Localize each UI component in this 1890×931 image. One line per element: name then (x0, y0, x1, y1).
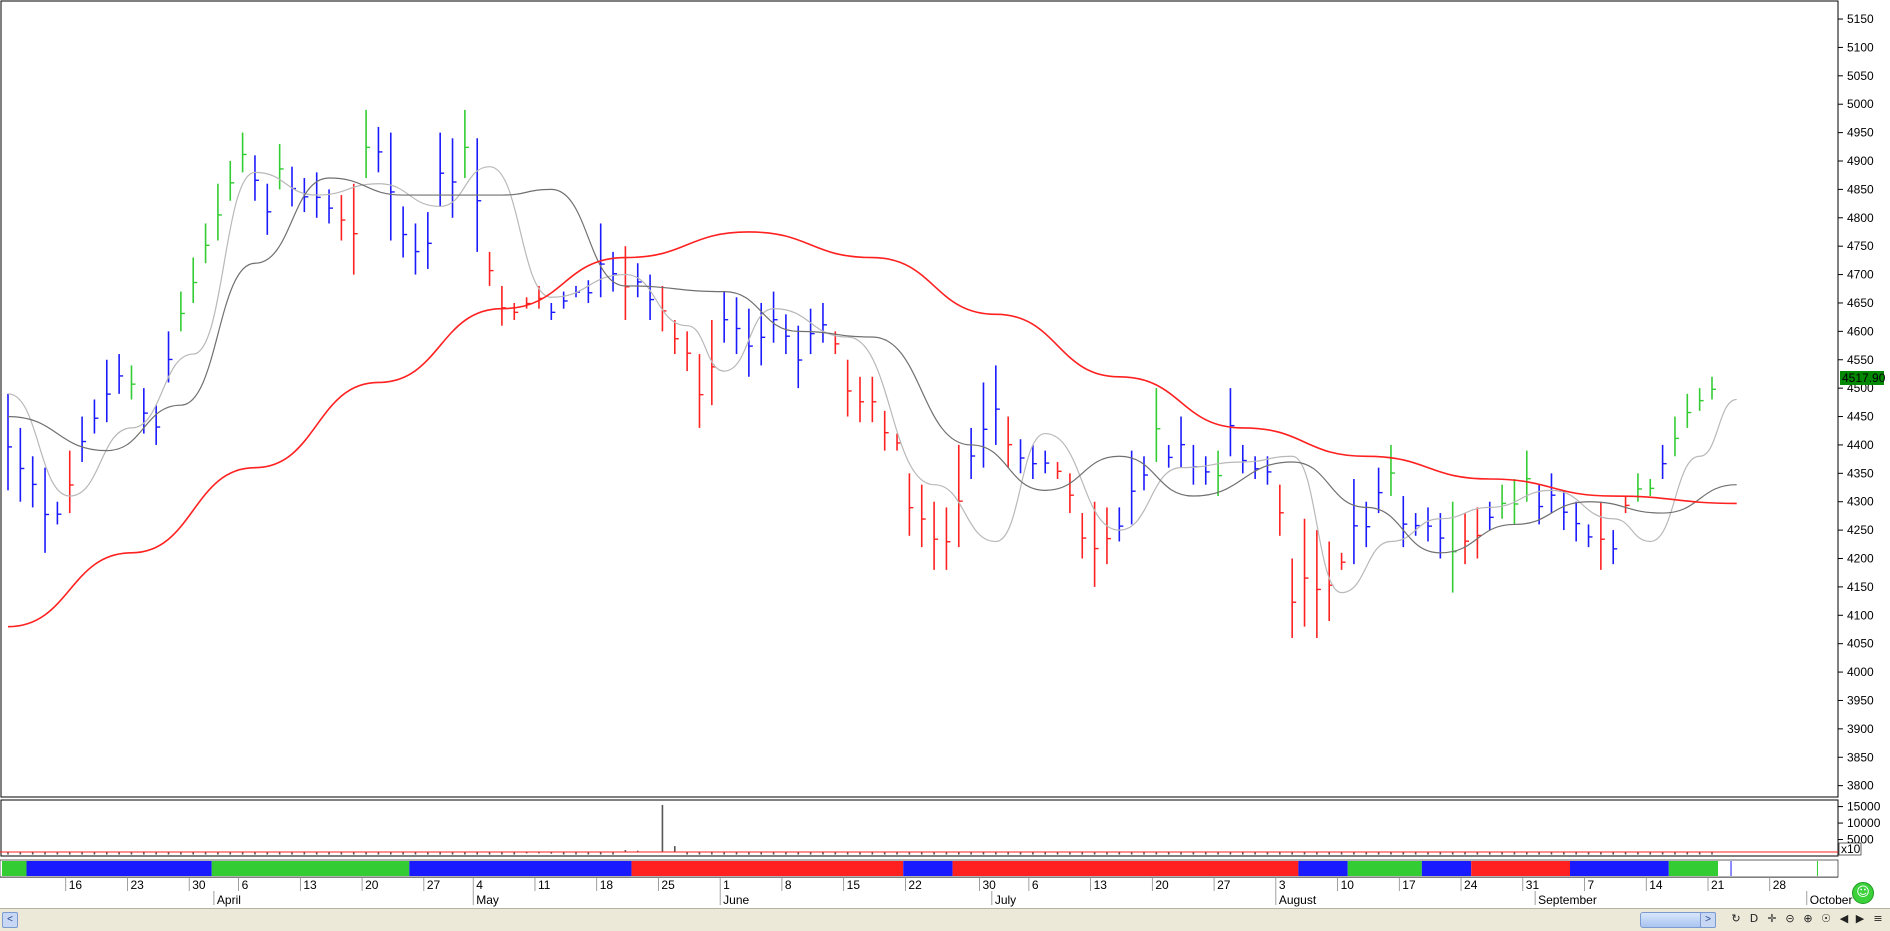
date-tick-label: 27 (427, 878, 441, 892)
price-tick-label: 4100 (1847, 608, 1874, 622)
prev-icon[interactable]: ◀ (1836, 911, 1852, 927)
bottom-toolbar: < > ↻ D ✛ ⊝ ⊕ ☉ ◀ ▶ ≡ (0, 908, 1890, 931)
zoom-out-icon[interactable]: ⊝ (1782, 911, 1798, 927)
date-tick-label: 22 (908, 878, 922, 892)
price-tick-label: 4400 (1847, 438, 1874, 452)
date-tick-label: 24 (1464, 878, 1478, 892)
date-tick-label: 30 (192, 878, 206, 892)
date-tick-label: 10 (1341, 878, 1355, 892)
chart-window: 3800 3850 3900 3950 4000 4050 4100 4150 4200 4250… (0, 0, 1890, 931)
date-tick-label: 30 (982, 878, 996, 892)
refresh-icon[interactable]: ↻ (1728, 911, 1744, 927)
price-tick-label: 4550 (1847, 353, 1874, 367)
price-tick-label: 5150 (1847, 12, 1874, 26)
price-tick-label: 3900 (1847, 722, 1874, 736)
regime-segment (2, 861, 27, 876)
regime-segment (1730, 861, 1732, 876)
date-tick-label: 17 (1402, 878, 1416, 892)
price-tick-label: 4800 (1847, 211, 1874, 225)
regime-segment (1421, 861, 1472, 876)
regime-segment (1298, 861, 1348, 876)
regime-segment (952, 861, 1299, 876)
month-label: July (995, 893, 1016, 907)
settings-icon[interactable]: ☉ (1818, 911, 1834, 927)
date-tick-label: 16 (69, 878, 83, 892)
month-label: April (217, 893, 241, 907)
stock-chart[interactable]: 3800 3850 3900 3950 4000 4050 4100 4150 4200 4250… (0, 0, 1890, 908)
price-tick-label: 4900 (1847, 154, 1874, 168)
price-tick-label: 4200 (1847, 552, 1874, 566)
regime-segment (409, 861, 632, 876)
regime-segment (631, 861, 904, 876)
regime-segment (211, 861, 410, 876)
smiley-icon[interactable]: ☺ (1852, 882, 1874, 904)
price-tick-label: 3950 (1847, 693, 1874, 707)
date-tick-label: 25 (661, 878, 675, 892)
regime-segment (1816, 861, 1818, 876)
regime-segment (26, 861, 212, 876)
month-label: October (1810, 893, 1853, 907)
month-label: August (1279, 893, 1317, 907)
month-label: May (476, 893, 499, 907)
regime-segment (903, 861, 953, 876)
zoom-in-icon[interactable]: ⊕ (1800, 911, 1816, 927)
price-tick-label: 4150 (1847, 580, 1874, 594)
price-tick-label: 4250 (1847, 523, 1874, 537)
date-tick-label: 20 (1155, 878, 1169, 892)
price-tick-label: 3850 (1847, 750, 1874, 764)
month-label: June (723, 893, 749, 907)
price-tick-label: 5000 (1847, 97, 1874, 111)
volume-tick-label: 15000 (1847, 800, 1881, 814)
price-tick-label: 4750 (1847, 239, 1874, 253)
date-tick-label: 23 (130, 878, 144, 892)
date-tick-label: 6 (242, 878, 249, 892)
date-tick-label: 28 (1773, 878, 1787, 892)
price-tick-label: 5050 (1847, 69, 1874, 83)
price-tick-label: 4450 (1847, 410, 1874, 424)
date-tick-label: 20 (365, 878, 379, 892)
price-tick-label: 4950 (1847, 126, 1874, 140)
price-tick-label: 4650 (1847, 296, 1874, 310)
date-tick-label: 13 (1094, 878, 1108, 892)
last-price-label: 4517.90 (1842, 371, 1886, 385)
date-tick-label: 4 (476, 878, 483, 892)
price-tick-label: 4050 (1847, 637, 1874, 651)
price-tick-label: 3800 (1847, 779, 1874, 793)
date-tick-label: 18 (600, 878, 614, 892)
date-tick-label: 3 (1279, 878, 1286, 892)
date-tick-label: 1 (723, 878, 730, 892)
scroll-right-button[interactable]: > (1700, 912, 1716, 928)
month-label: September (1538, 893, 1597, 907)
date-tick-label: 27 (1217, 878, 1231, 892)
date-tick-label: 14 (1649, 878, 1663, 892)
date-tick-label: 7 (1588, 878, 1595, 892)
date-tick-label: 31 (1526, 878, 1540, 892)
volume-panel (0, 799, 1839, 857)
daily-icon[interactable]: D (1746, 911, 1762, 927)
scroll-left-button[interactable]: < (2, 912, 18, 928)
price-tick-label: 4600 (1847, 324, 1874, 338)
date-tick-label: 11 (538, 878, 551, 892)
next-icon[interactable]: ▶ (1852, 911, 1868, 927)
price-tick-label: 4700 (1847, 268, 1874, 282)
crosshair-icon[interactable]: ✛ (1764, 911, 1780, 927)
price-panel (0, 0, 1839, 798)
date-tick-label: 8 (785, 878, 792, 892)
regime-segment (1471, 861, 1570, 876)
date-tick-label: 6 (1032, 878, 1039, 892)
price-tick-label: 5100 (1847, 40, 1874, 54)
price-tick-label: 4000 (1847, 665, 1874, 679)
date-tick-label: 13 (303, 878, 317, 892)
regime-segment (1570, 861, 1669, 876)
price-tick-label: 4850 (1847, 182, 1874, 196)
volume-tick-label: 10000 (1847, 816, 1881, 830)
date-tick-label: 21 (1711, 878, 1725, 892)
price-tick-label: 4300 (1847, 495, 1874, 509)
menu-icon[interactable]: ≡ (1870, 911, 1886, 927)
price-tick-label: 4350 (1847, 466, 1874, 480)
date-tick-label: 15 (847, 878, 861, 892)
regime-segment (1668, 861, 1718, 876)
regime-segment (1347, 861, 1422, 876)
volume-multiplier-label: x10 (1841, 842, 1861, 856)
